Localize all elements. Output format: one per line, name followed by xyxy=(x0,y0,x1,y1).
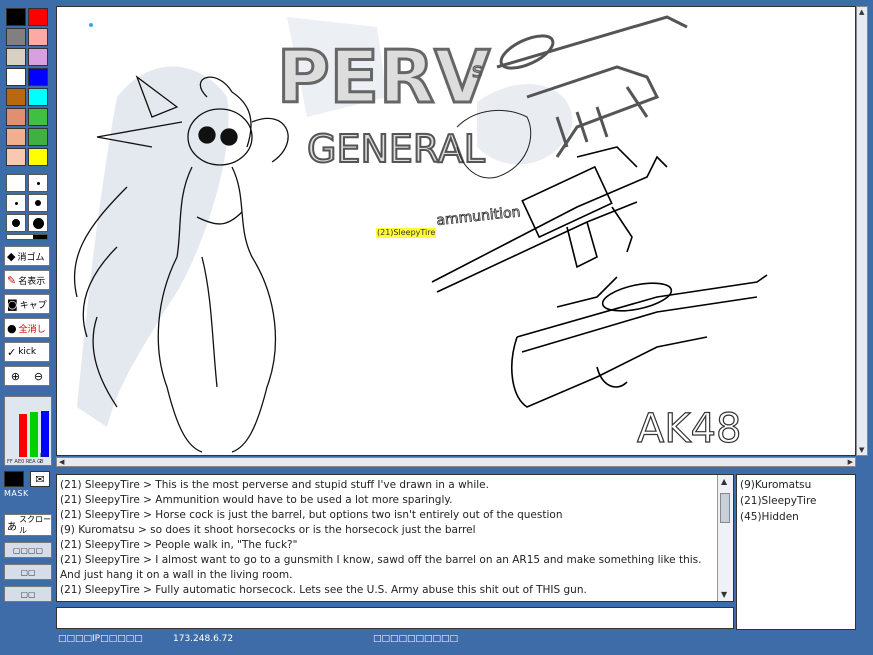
user-list-item[interactable]: (21)SleepyTire xyxy=(740,493,852,509)
user-list-item[interactable]: (45)Hidden xyxy=(740,509,852,525)
color-slider-label: FF A xyxy=(7,459,18,465)
palette-swatch[interactable] xyxy=(6,8,26,26)
clear-all-button[interactable]: ● 全消し xyxy=(4,318,50,338)
eraser-button[interactable]: ◆ 消ゴム xyxy=(4,246,50,266)
kick-button[interactable]: ✓ kick xyxy=(4,342,50,362)
zoom-in-icon: ⊕ xyxy=(10,369,21,383)
name-tag-icon: ✎ xyxy=(7,273,17,287)
art-annotation: ammunition xyxy=(436,204,522,229)
palette-swatch[interactable] xyxy=(6,68,26,86)
brush-size-2[interactable] xyxy=(28,174,48,192)
color-sliders[interactable]: FF A E0 R EA G EC B xyxy=(4,396,52,466)
layout-button-2[interactable]: ▢▢ xyxy=(4,564,52,580)
capture-button[interactable]: ◙ キャプ xyxy=(4,294,50,314)
palette-swatch[interactable] xyxy=(28,148,48,166)
brush-size-6[interactable] xyxy=(28,214,48,232)
layout-button-1[interactable]: ▢▢▢▢ xyxy=(4,542,52,558)
layout-button-3[interactable]: ▢▢ xyxy=(4,586,52,602)
palette-swatch[interactable] xyxy=(28,128,48,146)
palette-swatch[interactable] xyxy=(6,28,26,46)
drawing-canvas[interactable]: PERV s GENERAL ammunition AK48 (21)Sleep… xyxy=(56,6,856,456)
line-width-bar[interactable] xyxy=(6,234,48,240)
canvas-drawing: PERV s GENERAL ammunition AK48 xyxy=(73,15,768,453)
user-cursor-tag: (21)SleepyTire xyxy=(376,228,437,238)
art-title: PERV xyxy=(277,35,490,119)
scroll-up-icon[interactable]: ▲ xyxy=(859,8,864,16)
mask-label: MASK xyxy=(4,489,29,498)
eraser-icon: ◆ xyxy=(7,249,16,263)
palette-swatch[interactable] xyxy=(6,108,26,126)
line-width-fill xyxy=(33,235,47,239)
user-list: (9)Kuromatsu (21)SleepyTire (45)Hidden xyxy=(736,474,856,630)
chat-message: (21) SleepyTire > Horse cock is just the… xyxy=(60,509,563,521)
art-signature: AK48 xyxy=(637,406,742,452)
chat-message: (21) SleepyTire > Fully automatic horsec… xyxy=(60,584,587,596)
art-title-suffix: s xyxy=(472,58,482,82)
scroll-right-icon[interactable]: ▶ xyxy=(848,458,853,466)
canvas-vertical-scrollbar[interactable]: ▲ ▼ xyxy=(856,6,868,456)
two-panel-icon: ▢▢ xyxy=(20,589,36,599)
brush-size-1[interactable] xyxy=(6,174,26,192)
four-panel-icon: ▢▢▢▢ xyxy=(12,545,44,555)
chat-scroll-down-icon[interactable]: ▼ xyxy=(721,590,727,599)
mask-toggle[interactable]: ✉ xyxy=(30,471,50,487)
user-list-item[interactable]: (9)Kuromatsu xyxy=(740,477,852,493)
palette-swatch[interactable] xyxy=(6,88,26,106)
palette-swatch[interactable] xyxy=(6,128,26,146)
camera-icon: ◙ xyxy=(7,297,18,311)
color-slider-bar[interactable] xyxy=(30,412,38,457)
palette-swatch[interactable] xyxy=(28,108,48,126)
brush-size-5[interactable] xyxy=(6,214,26,232)
palette-swatch[interactable] xyxy=(28,48,48,66)
chat-input[interactable] xyxy=(56,607,734,629)
zoom-out-icon: ⊖ xyxy=(33,369,44,383)
two-panel-icon: ▢▢ xyxy=(20,567,36,577)
chat-scroll-up-icon[interactable]: ▲ xyxy=(721,477,727,486)
chat-message: (21) SleepyTire > People walk in, "The f… xyxy=(60,539,298,551)
chat-message: (21) SleepyTire > This is the most perve… xyxy=(60,479,489,491)
check-icon: ✓ xyxy=(7,345,17,359)
chat-log[interactable]: (21) SleepyTire > This is the most perve… xyxy=(56,474,734,602)
palette-swatch[interactable] xyxy=(6,148,26,166)
art-subtitle: GENERAL xyxy=(307,127,485,171)
color-slider-bar[interactable] xyxy=(19,414,27,457)
scroll-button[interactable]: あ スクロール xyxy=(4,514,52,536)
color-slider-label: EC B xyxy=(40,453,47,465)
chat-messages: (21) SleepyTire > This is the most perve… xyxy=(60,478,715,598)
status-ip-value: 173.248.6.72 xyxy=(173,634,234,644)
brush-size-3[interactable] xyxy=(6,194,26,212)
scroll-left-icon[interactable]: ◀ xyxy=(59,458,64,466)
color-slider-label: E0 R xyxy=(18,459,30,465)
chat-message: (21) SleepyTire > Ammunition would have … xyxy=(60,494,453,506)
mask-color-swatch[interactable] xyxy=(4,471,24,487)
zoom-button[interactable]: ⊕ ⊖ xyxy=(4,366,50,386)
palette-swatch[interactable] xyxy=(28,28,48,46)
show-names-button[interactable]: ✎ 名表示 xyxy=(4,270,50,290)
chat-message: (21) SleepyTire > I almost want to go to… xyxy=(60,554,702,581)
brush-size-4[interactable] xyxy=(28,194,48,212)
canvas-horizontal-scrollbar[interactable]: ◀ ▶ xyxy=(56,457,856,467)
chat-scroll-thumb[interactable] xyxy=(720,493,730,523)
palette-swatch[interactable] xyxy=(28,88,48,106)
status-ip-label: □□□□IP□□□□□ xyxy=(58,634,143,644)
scroll-icon: あ xyxy=(7,521,17,533)
palette-swatch[interactable] xyxy=(28,68,48,86)
envelope-icon: ✉ xyxy=(35,472,45,486)
palette-swatch[interactable] xyxy=(28,8,48,26)
chat-message: (9) Kuromatsu > so does it shoot horseco… xyxy=(60,524,476,536)
chat-scrollbar[interactable]: ▲ ▼ xyxy=(717,475,733,601)
scroll-down-icon[interactable]: ▼ xyxy=(859,446,864,454)
palette-swatch[interactable] xyxy=(6,48,26,66)
bomb-icon: ● xyxy=(7,321,17,335)
status-info: □□□□□□□□□□ xyxy=(373,634,459,644)
color-slider-bar[interactable] xyxy=(41,411,49,457)
